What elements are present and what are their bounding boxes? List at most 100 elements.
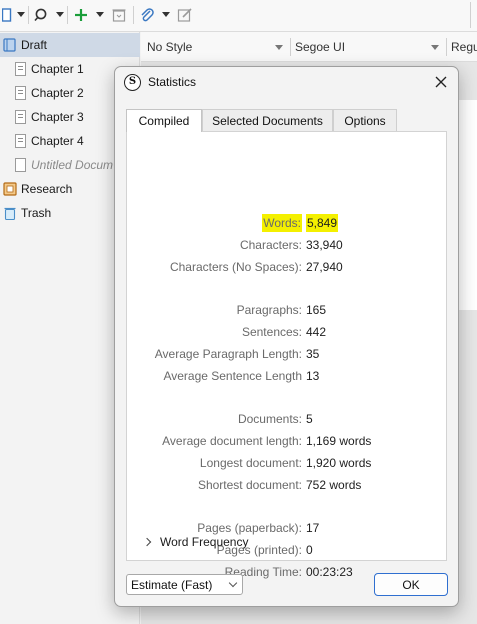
document-view-button[interactable]	[2, 5, 12, 25]
chevron-down-icon	[228, 578, 238, 588]
add-button[interactable]	[73, 5, 89, 25]
stat-value: 1,920 words	[306, 456, 372, 470]
draft-folder-icon	[3, 38, 16, 52]
stat-label: Longest document:	[199, 456, 302, 470]
stat-value: 5,849	[306, 214, 339, 232]
stat-value: 1,169 words	[306, 434, 372, 448]
estimate-mode-value: Estimate (Fast)	[131, 577, 213, 592]
text-document-icon	[15, 86, 26, 100]
text-document-icon	[15, 62, 26, 76]
empty-document-icon	[15, 158, 26, 172]
stat-label: Average Sentence Length	[163, 369, 302, 383]
stat-label: Words:	[262, 214, 302, 232]
tab-selected-documents[interactable]: Selected Documents	[202, 109, 333, 131]
stat-characters: Characters: 33,940	[127, 236, 448, 254]
format-bar: No Style Segoe UI Regu	[141, 32, 477, 62]
stat-label: Average document length:	[162, 434, 302, 448]
trash-icon	[112, 9, 126, 22]
document-icon	[2, 8, 12, 22]
move-to-trash-button[interactable]	[111, 5, 127, 25]
font-family-select[interactable]: Segoe UI	[291, 36, 445, 58]
chevron-down-icon	[275, 45, 283, 50]
word-frequency-disclosure[interactable]: Word Frequency	[142, 533, 249, 551]
stat-paragraphs: Paragraphs: 165	[127, 301, 448, 319]
stat-documents: Documents: 5	[127, 410, 448, 428]
dialog-titlebar: S Statistics	[115, 67, 458, 99]
toolbar-divider	[67, 6, 68, 24]
search-button[interactable]	[34, 5, 50, 25]
stat-value: 17	[306, 521, 320, 535]
estimate-mode-select[interactable]: Estimate (Fast)	[126, 574, 243, 595]
toolbar-divider	[470, 2, 471, 28]
binder-item-label: Draft	[21, 38, 48, 52]
tab-options[interactable]: Options	[333, 109, 397, 131]
font-family-value: Segoe UI	[295, 40, 346, 54]
stat-label: Documents:	[237, 412, 302, 426]
stat-characters-no-spaces: Characters (No Spaces): 27,940	[127, 258, 448, 276]
stat-words: Words: 5,849	[127, 214, 448, 232]
stat-label: Sentences:	[241, 325, 302, 339]
stat-value: 5	[306, 412, 313, 426]
app-logo-icon: S	[124, 74, 141, 91]
chevron-down-icon[interactable]	[56, 12, 64, 17]
stat-label: Paragraphs:	[236, 303, 302, 317]
text-document-icon	[15, 110, 26, 124]
chevron-down-icon[interactable]	[162, 12, 170, 17]
edit-icon	[177, 8, 192, 22]
binder-item-label: Research	[21, 182, 73, 196]
style-select[interactable]: No Style	[143, 36, 289, 58]
toolbar-divider	[133, 6, 134, 24]
binder-item-label: Chapter 2	[31, 86, 84, 100]
stat-value: 165	[306, 303, 327, 317]
stat-average-document-length: Average document length: 1,169 words	[127, 432, 448, 450]
chevron-down-icon[interactable]	[96, 12, 104, 17]
binder-item-label: Untitled Docum	[31, 158, 114, 172]
word-frequency-label: Word Frequency	[160, 535, 249, 549]
stat-value: 33,940	[306, 238, 343, 252]
attachment-icon	[141, 8, 154, 22]
font-weight-select[interactable]: Regu	[447, 36, 477, 58]
tab-compiled[interactable]: Compiled	[126, 109, 202, 132]
toolbar-divider	[28, 6, 29, 24]
stat-longest-document: Longest document: 1,920 words	[127, 454, 448, 472]
binder-item-label: Trash	[21, 206, 52, 220]
font-weight-value: Regu	[451, 40, 477, 54]
stat-average-sentence-length: Average Sentence Length 13	[127, 367, 448, 385]
stat-value: 00:23:23	[306, 565, 353, 579]
close-button[interactable]	[428, 70, 454, 94]
editor-page	[458, 100, 477, 310]
stat-shortest-document: Shortest document: 752 words	[127, 476, 448, 494]
dialog-title: Statistics	[148, 75, 197, 89]
close-icon	[435, 76, 447, 88]
stat-label: Characters (No Spaces):	[169, 260, 302, 274]
stat-label: Characters:	[239, 238, 302, 252]
chevron-down-icon[interactable]	[17, 12, 25, 17]
binder-item-label: Chapter 1	[31, 62, 84, 76]
main-toolbar	[0, 0, 477, 32]
stat-value: 0	[306, 543, 313, 557]
compiled-stats-panel: Words: 5,849 Characters: 33,940 Characte…	[126, 131, 448, 579]
research-folder-icon	[3, 182, 17, 196]
ok-button[interactable]: OK	[374, 573, 448, 596]
statistics-dialog: S Statistics Compiled Selected Documents…	[114, 66, 459, 607]
edit-button[interactable]	[177, 5, 193, 25]
search-icon	[34, 8, 47, 22]
stat-value: 442	[306, 325, 327, 339]
chevron-down-icon	[431, 45, 439, 50]
stat-label: Shortest document:	[197, 478, 302, 492]
style-select-value: No Style	[147, 40, 193, 54]
stat-average-paragraph-length: Average Paragraph Length: 35	[127, 345, 448, 363]
stat-value: 35	[306, 347, 320, 361]
stat-sentences: Sentences: 442	[127, 323, 448, 341]
stat-label: Average Paragraph Length:	[154, 347, 302, 361]
attachment-button[interactable]	[139, 5, 155, 25]
text-document-icon	[15, 134, 26, 148]
add-icon	[75, 9, 87, 21]
binder-item-label: Chapter 3	[31, 110, 84, 124]
binder-item-label: Chapter 4	[31, 134, 84, 148]
binder-item-draft[interactable]: Draft	[0, 33, 140, 57]
stat-value: 13	[306, 369, 320, 383]
chevron-right-icon	[142, 537, 152, 547]
trash-icon	[4, 207, 16, 220]
stat-value: 27,940	[306, 260, 343, 274]
